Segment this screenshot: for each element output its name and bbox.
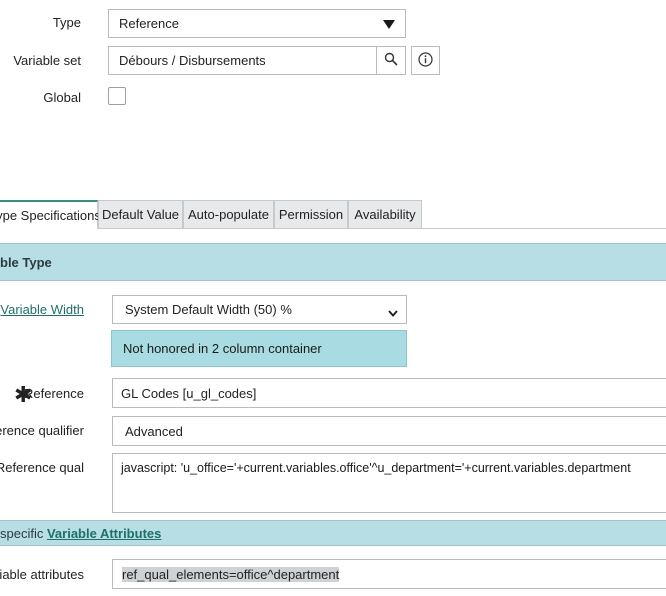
variable-set-info-button[interactable]	[411, 46, 440, 75]
type-select[interactable]: Reference	[108, 9, 406, 38]
info-message: Not honored in 2 column container	[111, 330, 407, 367]
section-header-title: ble Type	[0, 254, 52, 270]
tab-label: Permission	[278, 207, 344, 222]
tab-default-value[interactable]: Default Value	[98, 200, 183, 228]
attributes-section-header: specific Variable Attributes	[0, 520, 666, 546]
variable-width-select[interactable]: System Default Width (50) %	[112, 295, 407, 324]
reference-qual-textarea[interactable]: javascript: 'u_office='+current.variable…	[112, 453, 666, 513]
reference-qual-value: javascript: 'u_office='+current.variable…	[121, 461, 631, 475]
global-checkbox[interactable]	[108, 87, 126, 105]
variable-attributes-label: ariable attributes	[0, 567, 84, 582]
tab-label: Auto-populate	[188, 207, 269, 222]
reference-qualifier-value: Advanced	[125, 423, 183, 439]
tab-underline	[98, 228, 666, 229]
attributes-header-prefix: specific	[0, 525, 47, 541]
tab-label: ype Specifications	[0, 208, 101, 223]
variable-width-value: System Default Width (50) %	[125, 302, 292, 317]
section-header: ble Type	[0, 243, 666, 281]
variable-attributes-field[interactable]: ref_qual_elements=office^department	[112, 559, 666, 589]
tab-availability[interactable]: Availability	[348, 200, 422, 228]
reference-label: Reference	[24, 386, 84, 401]
type-select-value: Reference	[119, 16, 179, 31]
variable-width-label[interactable]: Variable Width	[0, 302, 84, 317]
tab-permission[interactable]: Permission	[274, 200, 348, 228]
search-icon	[384, 52, 398, 69]
reference-value: GL Codes [u_gl_codes]	[121, 385, 257, 401]
tab-auto-populate[interactable]: Auto-populate	[183, 200, 274, 228]
variable-attributes-link[interactable]: Variable Attributes	[47, 526, 161, 541]
variable-set-search-button[interactable]	[376, 46, 406, 75]
info-message-text: Not honored in 2 column container	[123, 341, 322, 356]
global-label: Global	[43, 90, 81, 105]
tab-label: Availability	[354, 207, 416, 222]
tab-type-specifications[interactable]: ype Specifications	[0, 200, 101, 229]
dropdown-triangle-icon	[383, 18, 395, 33]
tab-label: Default Value	[101, 207, 180, 222]
chevron-down-icon	[388, 305, 398, 320]
reference-qual-label: Reference qual	[0, 460, 84, 475]
variable-set-field[interactable]: Débours / Disbursements	[108, 46, 377, 75]
variable-set-label: Variable set	[13, 53, 81, 68]
type-label: Type	[52, 15, 81, 30]
info-icon	[418, 51, 433, 70]
reference-qualifier-select[interactable]: Advanced	[112, 416, 666, 446]
reference-field[interactable]: GL Codes [u_gl_codes]	[112, 378, 666, 408]
variable-attributes-value: ref_qual_elements=office^department	[122, 566, 340, 582]
reference-qualifier-label: eference qualifier	[0, 423, 84, 438]
variable-set-value: Débours / Disbursements	[119, 53, 266, 68]
